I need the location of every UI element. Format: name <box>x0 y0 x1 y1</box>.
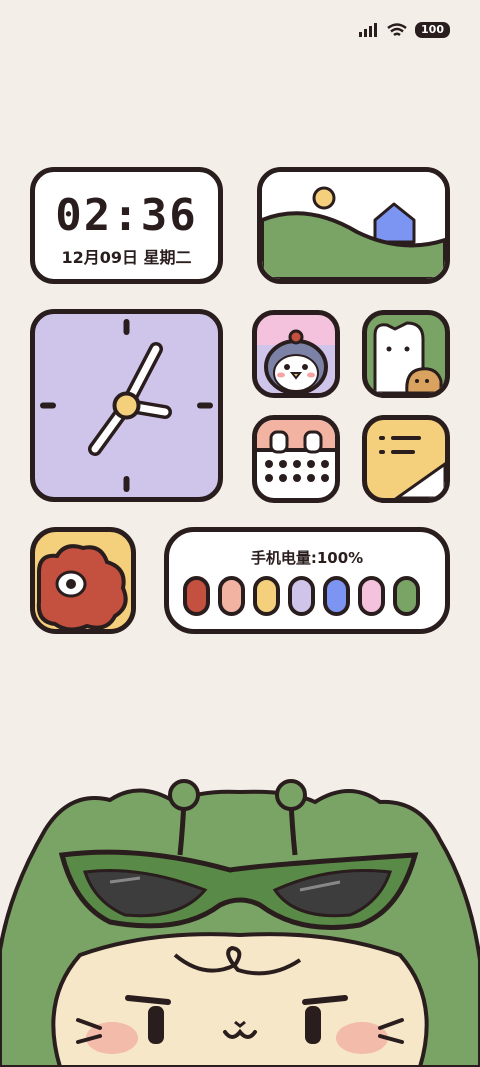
photo-widget[interactable] <box>257 167 450 284</box>
clock-time: 02:36 <box>55 190 198 241</box>
battery-pill-3 <box>253 576 280 616</box>
calendar-icon <box>257 420 335 482</box>
notes-icon <box>379 436 445 498</box>
dog-app-icon[interactable] <box>30 527 136 634</box>
green-mascot-illustration <box>0 779 480 1067</box>
calendar-app-icon[interactable] <box>252 415 340 503</box>
battery-title: 手机电量:100% <box>250 549 364 567</box>
sun-icon <box>312 186 336 210</box>
analog-clock-widget[interactable] <box>30 309 223 502</box>
cat-app-icon[interactable] <box>362 310 450 398</box>
signal-icon <box>359 23 378 37</box>
battery-widget[interactable]: 手机电量:100% <box>164 527 450 634</box>
battery-pill-6 <box>358 576 385 616</box>
analog-clock-face <box>40 319 213 492</box>
landscape-illustration <box>262 172 445 279</box>
dog-icon <box>35 539 131 629</box>
penguin-icon <box>257 329 335 393</box>
battery-pill-5 <box>323 576 350 616</box>
cat-icon <box>373 321 443 393</box>
battery-pill-1 <box>183 576 210 616</box>
notes-app-icon[interactable] <box>362 415 450 503</box>
clock-date: 12月09日 星期二 <box>61 248 192 267</box>
battery-icon: 100 <box>415 22 450 38</box>
wifi-icon <box>387 22 407 36</box>
battery-pills <box>183 576 420 616</box>
battery-pill-2 <box>218 576 245 616</box>
battery-pill-7 <box>393 576 420 616</box>
status-bar: 100 <box>359 22 450 38</box>
digital-clock-widget[interactable]: 02:36 12月09日 星期二 <box>30 167 223 284</box>
battery-pill-4 <box>288 576 315 616</box>
penguin-app-icon[interactable] <box>252 310 340 398</box>
